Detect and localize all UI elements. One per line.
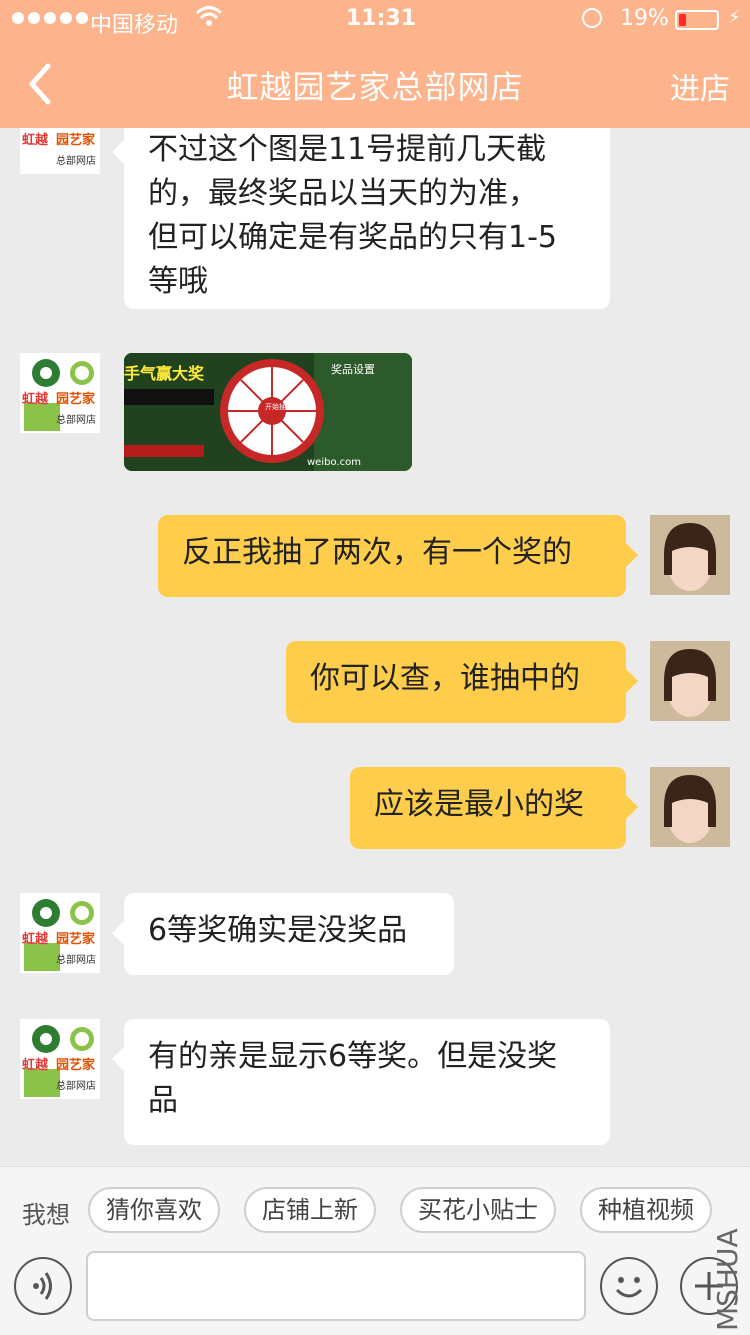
voice-icon (33, 1272, 52, 1300)
user-avatar-image (650, 767, 730, 847)
signal-strength-icon (12, 12, 88, 24)
message-line: 品 (148, 1083, 178, 1118)
message-line: 你可以查，谁抽中的 (310, 661, 580, 696)
shop-logo-subtext: 总部网店 (56, 953, 96, 966)
shop-logo-icon: 虹越 园艺家总部网店 (20, 1019, 100, 1099)
message-line: 不过这个图是11号提前几天截 (148, 132, 547, 167)
shop-avatar[interactable]: 虹越 园艺家总部网店 (20, 893, 100, 973)
shop-logo-icon: 虹越 园艺家总部网店 (20, 353, 100, 433)
emoji-button[interactable] (600, 1257, 658, 1315)
user-avatar[interactable] (650, 641, 730, 721)
message-bubble[interactable]: 你可以查，谁抽中的 (286, 641, 638, 723)
battery-level-fill (679, 14, 686, 26)
battery-icon (675, 10, 719, 30)
watermark: MSHUA (711, 1228, 744, 1331)
shop-avatar[interactable]: 虹越 园艺家总部网店 (20, 1019, 100, 1099)
message-line: 但可以确定是有奖品的只有1-5 (148, 220, 557, 255)
shop-logo-subtext: 总部网店 (56, 413, 96, 426)
message-line: 反正我抽了两次，有一个奖的 (182, 535, 572, 570)
shop-avatar[interactable]: 虹越 园艺家总部网店 (20, 353, 100, 433)
shop-logo-text: 园艺家 (56, 391, 96, 407)
quick-reply-chip[interactable]: 买花小贴士 (400, 1187, 556, 1233)
image-banner-text: 手气赢大奖 (124, 364, 205, 383)
shop-logo-text: 虹越 (22, 1057, 49, 1073)
message-bubble[interactable]: 应该是最小的奖 (350, 767, 638, 849)
voice-button[interactable] (14, 1257, 72, 1315)
shop-logo-text: 虹越 (22, 132, 49, 148)
shop-logo-subtext: 总部网店 (56, 154, 96, 167)
shop-logo-icon: 虹越 园艺家总部网店 (20, 128, 100, 174)
shop-avatar[interactable]: 虹越 园艺家总部网店 (20, 128, 100, 174)
shop-logo-icon: 虹越 园艺家总部网店 (20, 893, 100, 973)
page-title: 虹越园艺家总部网店 (226, 68, 524, 106)
shop-logo-text: 园艺家 (56, 132, 96, 148)
message-bubble[interactable]: 6等奖确实是没奖品 (112, 893, 454, 975)
image-prize-title: 奖品设置 (331, 362, 375, 376)
charging-icon: ⚡ (728, 7, 741, 28)
svg-text:MSHUA: MSHUA (711, 1228, 744, 1331)
shop-logo-text: 虹越 (22, 931, 49, 947)
message-line: 6等奖确实是没奖品 (148, 913, 408, 948)
image-message[interactable]: 手气赢大奖 奖品设置 开始抽奖 weibo.com (124, 353, 412, 471)
enter-shop-button[interactable]: 进店 (670, 64, 730, 108)
rotation-lock-icon (582, 8, 602, 28)
quick-reply-chip[interactable]: 店铺上新 (244, 1187, 376, 1233)
user-avatar[interactable] (650, 515, 730, 595)
lottery-wheel-image: 手气赢大奖 奖品设置 开始抽奖 weibo.com (124, 353, 412, 471)
quick-reply-chip[interactable]: 种植视频 (580, 1187, 712, 1233)
status-bar: 中国移动 11:31 19% ⚡ (0, 0, 750, 40)
quick-reply-label: 我想 (22, 1201, 70, 1229)
image-wheel-center: 开始抽奖 (265, 402, 293, 411)
shop-logo-text: 虹越 (22, 391, 49, 407)
user-avatar[interactable] (650, 767, 730, 847)
message-line: 应该是最小的奖 (374, 787, 584, 822)
shop-logo-subtext: 总部网店 (56, 1079, 96, 1092)
shop-logo-text: 园艺家 (56, 1057, 96, 1073)
message-line: 有的亲是显示6等奖。但是没奖 (148, 1039, 558, 1074)
message-line: 的，最终奖品以当天的为准， (148, 176, 538, 211)
chat-list[interactable]: 虹越 园艺家 总部网店 不过这个图是11号提前几天截 的，最终奖品以当天的为准， 但… (0, 128, 750, 1166)
quick-reply-chip[interactable]: 猜你喜欢 (88, 1187, 220, 1233)
top-bar: 中国移动 11:31 19% ⚡ 虹越园艺家总部网店 进店 (0, 0, 750, 128)
input-area: 我想 猜你喜欢 店铺上新 买花小贴士 种植视频 MSHUA (0, 1166, 750, 1335)
carrier-name: 中国移动 (90, 13, 179, 38)
message-bubble[interactable]: 反正我抽了两次，有一个奖的 (158, 515, 638, 597)
clock: 11:31 (346, 6, 417, 31)
message-bubble[interactable]: 有的亲是显示6等奖。但是没奖 品 (112, 1019, 610, 1145)
message-input[interactable] (86, 1251, 586, 1321)
battery-percentage: 19% (620, 6, 669, 31)
image-weibo-text: weibo.com (307, 457, 361, 468)
wifi-icon (195, 4, 223, 36)
user-avatar-image (650, 641, 730, 721)
user-avatar-image (650, 515, 730, 595)
shop-logo-text: 园艺家 (56, 931, 96, 947)
message-line: 等哦 (148, 264, 208, 299)
message-bubble[interactable]: 不过这个图是11号提前几天截 的，最终奖品以当天的为准， 但可以确定是有奖品的只… (112, 128, 610, 309)
emoji-icon (615, 1277, 643, 1298)
